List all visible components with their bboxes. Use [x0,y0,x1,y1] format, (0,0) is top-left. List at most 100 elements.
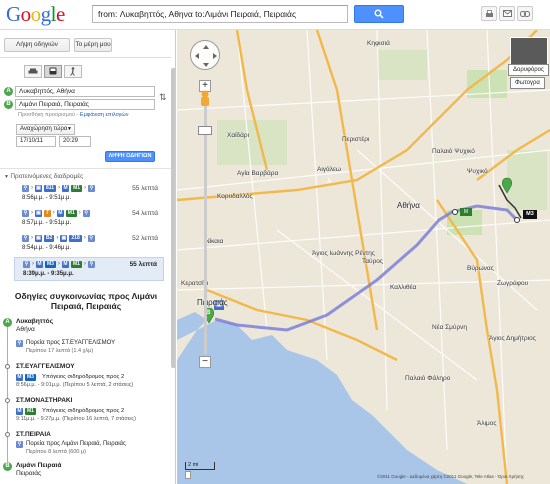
time-input[interactable]: 20:29 [59,136,91,147]
mode-walk-button[interactable] [64,65,82,78]
my-maps-button[interactable]: Το μέρη μου [74,38,112,52]
map-copyright: ©2011 Google - Δεδομένα χάρτη ©2011 Goog… [377,474,525,479]
walk-icon: ⚲ [23,260,30,268]
map-label: Παλαιό Φάληρο [405,375,451,382]
walk-step-sub: Περίπου 17 λεπτά (1.4 χλμ) [26,348,94,354]
transit-directions-title: Οδηγίες συγκοινωνίας προς Λιμάνι Πειραιά… [14,291,158,311]
sidebar-scrollbar[interactable] [171,68,175,368]
to-input[interactable]: Λιμάνι Πειραιά, Πειραιάς [15,99,155,110]
chevron-down-icon: ▼ [67,126,72,132]
map-label: Άγιος Ιωάννης Ρέντης [312,250,375,257]
zoom-out-button[interactable]: − [199,356,211,368]
map-label: Κηφισιά [367,40,390,47]
map-label: Ζωγράφου [497,280,529,287]
line-badge: M1 [25,408,36,415]
metro-icon: M [62,184,70,192]
map-label: Αιγάλεω [317,166,342,173]
google-logo[interactable]: Google [6,2,65,26]
route-option-selected[interactable]: ⚲ › M M3 › M M1 › ⚲ 8:39μ.μ. - 9:35μ.μ. 55 λεπτά [14,257,164,281]
email-button[interactable] [499,6,515,21]
station-name[interactable]: ΣΤ.ΕΥΑΓΓΕΛΙΣΜΟΥ [16,363,75,370]
map-label: Ψυχικό [467,168,488,175]
swap-icon[interactable]: ⇅ [159,92,167,103]
route-times: 8:39μ.μ. - 9:35μ.μ. [23,271,74,277]
route-times: 8:54μ.μ. - 9:46μ.μ. [22,245,72,251]
map-label: Νίκαια [205,238,224,245]
bus-icon: ▣ [35,209,42,217]
map-canvas[interactable]: A B M3 M ▣ Κηφισιά Παλαιό Ψυχικό Ψυχικό … [177,30,550,484]
map-label: Πειραιάς [197,298,228,307]
walk-icon: ⚲ [22,184,29,192]
link-button[interactable] [517,6,533,21]
search-input[interactable]: from: Λυκαβηττός, Αθηνα to:Λιμάνι Πειραι… [92,5,348,23]
walk-icon: ⚲ [16,441,23,448]
satellite-thumbnail[interactable] [510,37,548,65]
from-input[interactable]: Λυκαβηττός, Αθήνα [15,86,155,97]
map-label: Ταύρος [362,258,384,265]
add-destination-link[interactable]: Προσθήκη προορισμού [18,112,75,118]
start-marker-label: A [327,179,332,185]
start-name: Λυκαβηττός [16,318,54,325]
map-label: Άλιμος [477,420,497,427]
metro-icon: M [36,260,43,268]
depart-select[interactable]: Αναχώρηση τώρα ▼ [16,124,75,135]
map-corner [185,471,191,479]
walk-icon: ⚲ [82,209,90,217]
map-label: Αθήνα [397,201,420,210]
print-button[interactable] [481,6,497,21]
date-input[interactable]: 17/10/11 [16,136,56,147]
walk-icon: ⚲ [87,260,95,268]
stop-dot [5,432,10,437]
walk-step[interactable]: Πορεία προς ΣΤ.ΕΥΑΓΓΕΛΙΣΜΟΥ [26,340,115,346]
route-option[interactable]: ⚲ › ▣ 7 › M M1 › ⚲ 8:57μ.μ. - 9:51μ.μ. 54 λεπτά [14,207,164,231]
start-marker-icon: A [3,318,12,327]
bus-icon: ▣ [60,234,68,242]
end-marker-icon: B [4,100,13,109]
top-bar: Google from: Λυκαβηττός, Αθηνα to:Λιμάνι… [0,0,550,30]
line-badge: M1 [65,209,77,217]
route-option[interactable]: ⚲ › ▣ B2 › ▣ 218 › ⚲ 8:54μ.μ. - 9:46μ.μ. 52 λεπτ… [14,232,164,256]
show-options-link[interactable]: Εμφάνιση επιλογών [80,112,129,118]
line-badge: M1 [71,184,83,192]
map-label: Άγιος Δημήτριος [489,335,536,342]
line-badge: M1 [70,260,82,268]
start-sub: Αθήνα [16,326,35,333]
pan-arrows-icon [195,45,217,67]
walk-icon: ⚲ [22,234,29,242]
line-badge: 218 [69,234,82,242]
walk-icon: ⚲ [87,234,95,242]
suggested-routes-header[interactable]: ▼ Προτεινόμενες διαδρομές [4,173,83,180]
route-option[interactable]: ⚲ › ▣ 811 › M M1 › ⚲ 8:56μ.μ. - 9:51μ.μ. 55 λεπτ… [14,182,164,206]
walk-step[interactable]: Πορεία προς Λιμάνι Πειραιά, Πειραιάς [26,441,126,447]
walk-icon: ⚲ [22,209,29,217]
search-button[interactable] [354,5,404,23]
print-icon [485,9,493,17]
map-label: Χαϊδάρι [227,132,250,139]
link-icon [520,10,530,17]
mode-car-button[interactable] [24,65,42,78]
route-duration: 55 λεπτά [132,185,158,192]
walk-icon: ⚲ [88,184,96,192]
walk-icon [70,67,75,76]
line-badge: M3 [25,374,36,381]
end-marker-icon: B [3,462,12,471]
photos-button[interactable]: Φωτογρα [510,77,545,89]
scale-bar: 2 mi [185,462,215,470]
route-duration: 54 λεπτά [132,210,158,217]
map-label: Καλλιθέα [390,284,417,291]
route-duration: 52 λεπτά [132,235,158,242]
zoom-slider-handle[interactable] [198,126,212,135]
search-icon [374,9,384,19]
satellite-button[interactable]: Δορυφόρος [508,64,549,76]
transit-step: Υπόγειος σιδηρόδρομος προς 2 [42,374,125,380]
street-view-pegman-icon[interactable] [197,90,213,110]
pan-control[interactable] [190,40,220,70]
get-directions-submit-button[interactable]: ΛΗΨΗ ΟΔΗΓΙΩΝ [105,151,155,162]
get-directions-button[interactable]: Λήψη οδηγιών [4,38,70,52]
station-name[interactable]: ΣΤ.ΠΕΙΡΑΙΑ [16,431,51,438]
map-label: Παλαιό Ψυχικό [432,148,475,155]
map-graphic [177,30,550,484]
station-name[interactable]: ΣΤ.ΜΟΝΑΣΤΗΡΑΚΙ [16,397,72,404]
metro-icon: M [56,209,64,217]
mode-transit-button[interactable] [44,65,62,78]
